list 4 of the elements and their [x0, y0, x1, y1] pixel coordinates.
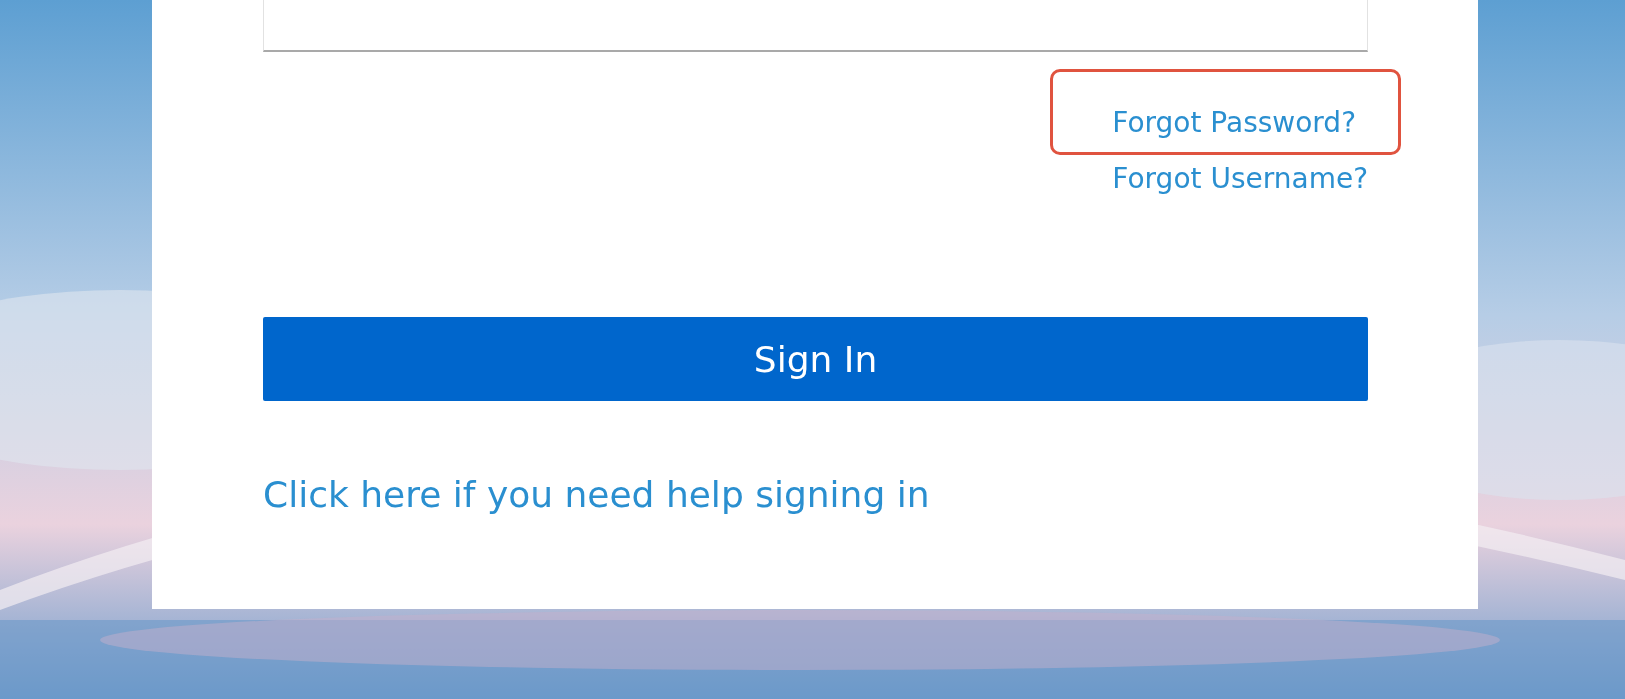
help-link[interactable]: Click here if you need help signing in [263, 472, 930, 518]
forgot-username-link[interactable]: Forgot Username? [1112, 162, 1368, 195]
sign-in-button[interactable]: Sign In [263, 317, 1368, 401]
forgot-password-link[interactable]: Forgot Password? [1112, 106, 1356, 139]
